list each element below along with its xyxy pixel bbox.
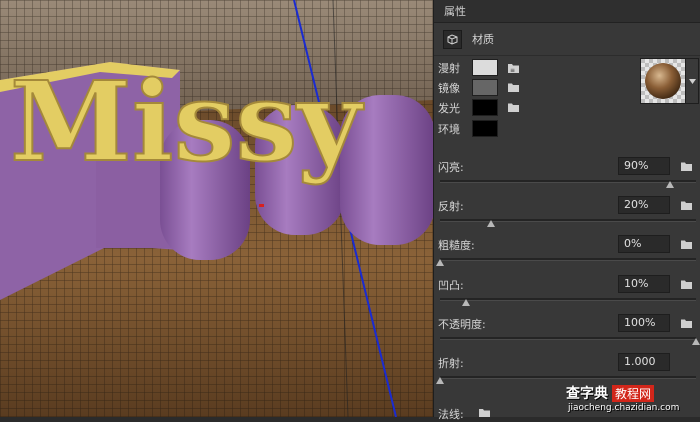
shine-folder-icon[interactable]: [680, 161, 693, 171]
roughness-label: 粗糙度:: [438, 239, 475, 252]
material-picker-dropdown[interactable]: [685, 58, 699, 104]
opacity-folder-icon[interactable]: [680, 318, 693, 328]
material-tab-row[interactable]: 材质: [434, 23, 700, 56]
material-cube-icon[interactable]: [443, 29, 462, 49]
reflection-label: 反射:: [438, 200, 464, 213]
ambient-label: 环境: [438, 123, 460, 136]
reflection-slider-row[interactable]: 反射: 20%: [434, 191, 700, 229]
opacity-value-field[interactable]: 100%: [618, 314, 670, 332]
shine-slider-row[interactable]: 闪亮: 90%: [434, 152, 700, 190]
bump-slider-thumb[interactable]: [461, 299, 470, 306]
site-watermark: 查字典 教程网 jiaocheng.chazidian.com: [566, 384, 698, 416]
bump-slider-track[interactable]: [440, 298, 696, 301]
reflection-folder-icon[interactable]: [680, 200, 693, 210]
reflection-slider-thumb[interactable]: [487, 220, 496, 227]
bump-slider-row[interactable]: 凹凸: 10%: [434, 270, 700, 308]
watermark-brand: 查字典: [566, 386, 608, 402]
opacity-slider-track[interactable]: [440, 337, 696, 340]
reflection-slider-track[interactable]: [440, 219, 696, 222]
svg-text:≡: ≡: [510, 67, 515, 74]
svg-text:Missy: Missy: [10, 57, 364, 186]
roughness-slider-thumb[interactable]: [436, 259, 444, 266]
roughness-slider-row[interactable]: 粗糙度: 0%: [434, 230, 700, 268]
roughness-value-field[interactable]: 0%: [618, 235, 670, 253]
diffuse-texture-icon[interactable]: ≡: [507, 62, 520, 74]
refraction-label: 折射:: [438, 357, 464, 370]
opacity-slider-row[interactable]: 不透明度: 100%: [434, 309, 700, 347]
panel-header: 属性: [434, 0, 700, 23]
bump-folder-icon[interactable]: [680, 279, 693, 289]
opacity-label: 不透明度:: [438, 318, 486, 331]
bump-value-field[interactable]: 10%: [618, 275, 670, 293]
roughness-slider-track[interactable]: [440, 258, 696, 261]
opacity-slider-thumb[interactable]: [692, 338, 700, 345]
ambient-swatch[interactable]: [472, 120, 498, 137]
shine-slider-track[interactable]: [440, 180, 696, 183]
glow-swatch[interactable]: [472, 99, 498, 116]
3d-viewport[interactable]: Missy: [0, 0, 433, 417]
diffuse-label: 漫射: [438, 62, 460, 75]
material-tab-label: 材质: [472, 33, 494, 46]
refraction-value-field[interactable]: 1.000: [618, 353, 670, 371]
specular-label: 镜像: [438, 82, 460, 95]
panel-title[interactable]: 属性: [440, 1, 470, 21]
specular-folder-icon[interactable]: [507, 82, 520, 92]
watermark-url: jiaocheng.chazidian.com: [568, 403, 680, 413]
shine-label: 闪亮:: [438, 161, 464, 174]
material-preview-thumbnail[interactable]: [640, 58, 686, 104]
scene-canvas[interactable]: Missy: [0, 0, 433, 417]
refraction-slider-row[interactable]: 折射: 1.000: [434, 348, 700, 386]
watermark-sub: 教程网: [612, 384, 655, 402]
refraction-slider-track[interactable]: [440, 376, 696, 379]
shine-value-field[interactable]: 90%: [618, 157, 670, 175]
chevron-down-icon: [688, 78, 696, 84]
specular-swatch[interactable]: [472, 79, 498, 96]
shine-slider-thumb[interactable]: [666, 181, 675, 188]
properties-panel: 属性 材质 漫射 ≡ 镜像 发光 环境 闪亮: 90% 反射: 20% 粗糙度:…: [433, 0, 700, 421]
bump-label: 凹凸:: [438, 279, 464, 292]
reflection-value-field[interactable]: 20%: [618, 196, 670, 214]
normal-label: 法线:: [438, 408, 464, 421]
glow-label: 发光: [438, 102, 460, 115]
roughness-folder-icon[interactable]: [680, 239, 693, 249]
origin-marker: [259, 204, 264, 207]
glow-folder-icon[interactable]: [507, 102, 520, 112]
refraction-slider-thumb[interactable]: [436, 377, 444, 384]
diffuse-swatch[interactable]: [472, 59, 498, 76]
